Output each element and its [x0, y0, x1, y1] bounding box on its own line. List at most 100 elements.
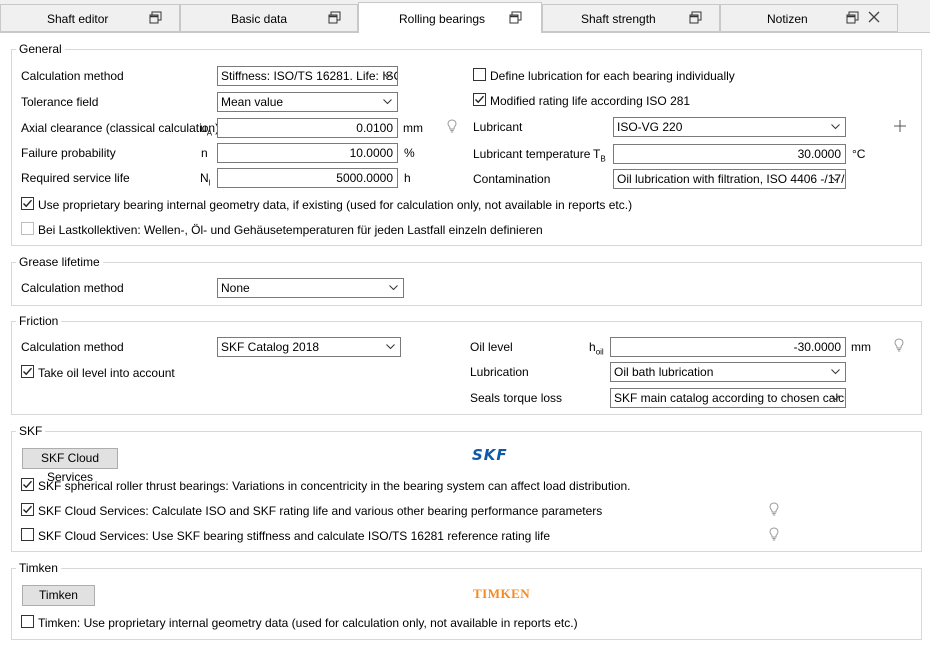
group-legend: Timken [16, 561, 61, 575]
seals-torque-loss-label: Seals torque loss [470, 391, 563, 405]
lightbulb-icon[interactable] [894, 338, 904, 352]
calc-method-select[interactable]: Stiffness: ISO/TS 16281. Life: ISO [217, 66, 398, 86]
calc-method-label: Calculation method [21, 69, 124, 83]
load-spectra-temperature-checkbox[interactable] [21, 222, 34, 235]
service-life-label: Required service life [21, 171, 130, 185]
restore-window-icon[interactable] [689, 11, 702, 24]
service-life-symbol: Nl [200, 171, 211, 188]
modified-rating-checkbox[interactable] [473, 93, 486, 106]
checkmark-icon [23, 367, 33, 376]
group-grease-lifetime [11, 262, 922, 306]
lubrication-select[interactable]: Oil bath lubrication [610, 362, 846, 382]
define-lubrication-label: Define lubrication for each bearing indi… [490, 69, 735, 83]
timken-logo: TIMKEN [473, 586, 531, 601]
chevron-down-icon [831, 369, 840, 375]
restore-window-icon[interactable] [328, 11, 341, 24]
tab-rolling-bearings[interactable]: Rolling bearings [358, 2, 542, 33]
plus-icon[interactable] [894, 120, 906, 132]
skf-cloud-rating-life-checkbox[interactable] [21, 503, 34, 516]
restore-window-icon[interactable] [509, 11, 522, 24]
oil-level-label: Oil level [470, 340, 513, 354]
failure-probability-label: Failure probability [21, 146, 116, 160]
axial-clearance-input[interactable]: 0.0100 [217, 118, 398, 138]
proprietary-geometry-label: Use proprietary bearing internal geometr… [38, 198, 633, 212]
chevron-down-icon [831, 176, 840, 182]
rolling-bearings-panel: General Calculation method Stiffness: IS… [0, 32, 930, 667]
tab-label: Notizen [767, 12, 808, 26]
lubrication-label: Lubrication [470, 365, 529, 379]
load-spectra-temperature-label: Bei Lastkollektiven: Wellen-, Öl- und Ge… [38, 223, 543, 237]
axial-clearance-label: Axial clearance (classical calculation) [21, 121, 220, 135]
tab-shaft-strength[interactable]: Shaft strength [542, 4, 720, 32]
group-legend: SKF [16, 424, 46, 438]
skf-spherical-roller-checkbox[interactable] [21, 478, 34, 491]
tolerance-select[interactable]: Mean value [217, 92, 398, 112]
axial-clearance-symbol: uA [200, 121, 213, 138]
skf-spherical-roller-label: SKF spherical roller thrust bearings: Va… [38, 479, 631, 493]
tab-label: Basic data [231, 12, 288, 26]
timken-proprietary-geometry-checkbox[interactable] [21, 615, 34, 628]
service-life-input[interactable]: 5000.0000 [217, 168, 398, 188]
skf-cloud-rating-life-label: SKF Cloud Services: Calculate ISO and SK… [38, 504, 603, 518]
lubricant-temperature-input[interactable]: 30.0000 [613, 144, 846, 164]
grease-calc-method-label: Calculation method [21, 281, 124, 295]
checkmark-icon [23, 505, 33, 514]
take-oil-level-checkbox[interactable] [21, 365, 34, 378]
grease-calc-method-select[interactable]: None [217, 278, 404, 298]
define-lubrication-checkbox[interactable] [473, 68, 486, 81]
lubricant-label: Lubricant [473, 120, 523, 134]
group-legend: Friction [16, 314, 62, 328]
tab-notizen[interactable]: Notizen [720, 4, 898, 32]
tab-label: Shaft editor [47, 12, 109, 26]
chevron-down-icon [831, 124, 840, 130]
failure-probability-input[interactable]: 10.0000 [217, 143, 398, 163]
chevron-down-icon [383, 99, 392, 105]
chevron-down-icon [386, 344, 395, 350]
skf-cloud-services-button[interactable]: SKF Cloud Services [22, 448, 118, 484]
lubricant-temperature-symbol: TB [593, 147, 606, 164]
group-legend: Grease lifetime [16, 255, 103, 269]
contamination-label: Contamination [473, 172, 551, 186]
oil-level-symbol: hoil [589, 340, 604, 357]
take-oil-level-label: Take oil level into account [38, 366, 175, 380]
tab-shaft-editor[interactable]: Shaft editor [0, 4, 180, 32]
seals-torque-loss-select[interactable]: SKF main catalog according to chosen cal… [610, 388, 846, 408]
service-life-unit: h [404, 171, 411, 185]
tab-label: Shaft strength [581, 12, 656, 26]
proprietary-geometry-checkbox[interactable] [21, 197, 34, 210]
lightbulb-icon[interactable] [447, 119, 457, 133]
timken-button[interactable]: Timken [22, 585, 95, 606]
skf-cloud-stiffness-label: SKF Cloud Services: Use SKF bearing stif… [38, 529, 551, 543]
friction-calc-method-label: Calculation method [21, 340, 124, 354]
contamination-select[interactable]: Oil lubrication with filtration, ISO 440… [613, 169, 846, 189]
failure-probability-symbol: n [201, 146, 208, 160]
oil-level-input[interactable]: -30.0000 [610, 337, 846, 357]
lubricant-select[interactable]: ISO-VG 220 [613, 117, 846, 137]
checkmark-icon [475, 95, 485, 104]
friction-calc-method-select[interactable]: SKF Catalog 2018 [217, 337, 401, 357]
chevron-down-icon [383, 73, 392, 79]
skf-logo: SKF [472, 446, 508, 464]
lightbulb-icon[interactable] [769, 527, 779, 541]
lightbulb-icon[interactable] [769, 502, 779, 516]
checkmark-icon [23, 199, 33, 208]
chevron-down-icon [389, 285, 398, 291]
timken-proprietary-geometry-label: Timken: Use proprietary internal geometr… [38, 616, 578, 630]
tab-basic-data[interactable]: Basic data [180, 4, 358, 32]
chevron-down-icon [831, 395, 840, 401]
tab-label: Rolling bearings [399, 12, 486, 26]
skf-cloud-stiffness-checkbox[interactable] [21, 528, 34, 541]
axial-clearance-unit: mm [403, 121, 423, 135]
restore-window-icon[interactable] [149, 11, 162, 24]
lubricant-temperature-label: Lubricant temperature [473, 147, 591, 161]
oil-level-unit: mm [851, 340, 871, 354]
close-icon[interactable] [867, 10, 881, 24]
checkmark-icon [23, 480, 33, 489]
failure-probability-unit: % [404, 146, 415, 160]
tab-bar: Shaft editor Basic data Rolling bearings… [0, 0, 930, 33]
lubricant-temperature-unit: °C [852, 147, 866, 161]
modified-rating-label: Modified rating life according ISO 281 [490, 94, 691, 108]
restore-window-icon[interactable] [846, 11, 859, 24]
tolerance-label: Tolerance field [21, 95, 99, 109]
group-legend: General [16, 42, 65, 56]
